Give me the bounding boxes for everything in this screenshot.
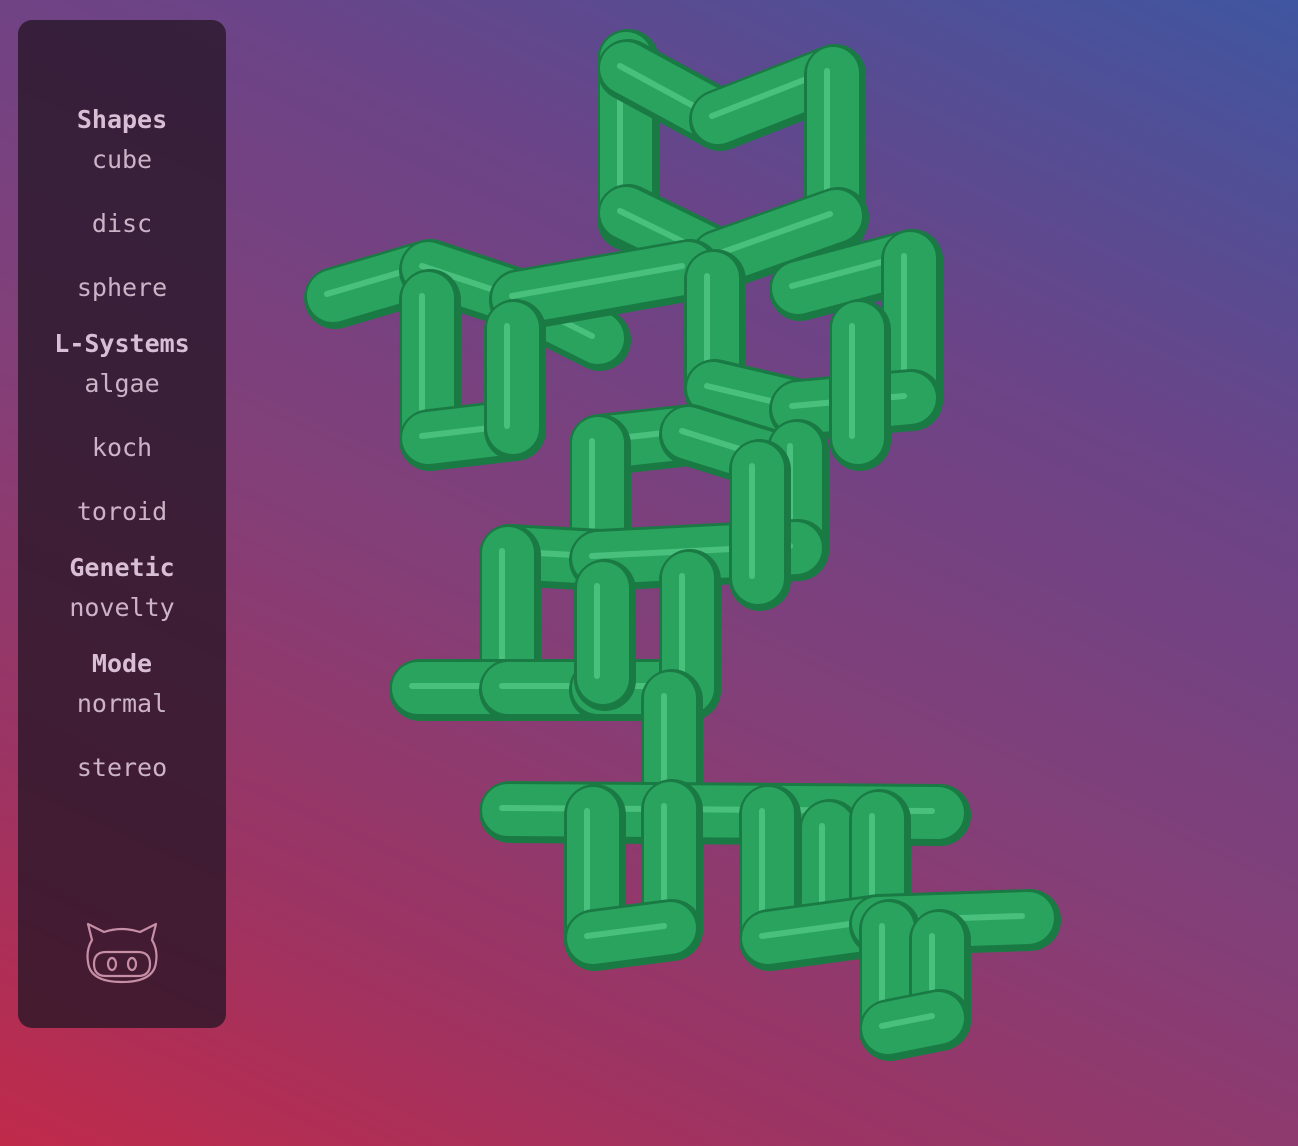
sidebar-menu: Shapes cube disc sphere L-Systems algae …	[18, 20, 226, 1028]
menu-item-algae[interactable]: algae	[18, 366, 226, 430]
menu-item-stereo[interactable]: stereo	[18, 750, 226, 802]
section-lsystems: L-Systems algae koch toroid	[18, 322, 226, 546]
menu-item-koch[interactable]: koch	[18, 430, 226, 494]
section-genetic: Genetic novelty	[18, 546, 226, 642]
tube-segment	[492, 242, 714, 324]
menu-item-toroid[interactable]: toroid	[18, 494, 226, 546]
menu-item-cube[interactable]: cube	[18, 142, 226, 206]
menu-item-disc[interactable]: disc	[18, 206, 226, 270]
menu-item-novelty[interactable]: novelty	[18, 590, 226, 642]
github-octocat-icon[interactable]	[84, 920, 160, 986]
green-tube-structure	[304, 29, 1061, 1061]
section-title-genetic: Genetic	[69, 553, 175, 582]
menu-item-sphere[interactable]: sphere	[18, 270, 226, 322]
section-title-lsystems: L-Systems	[54, 329, 190, 358]
section-title-shapes: Shapes	[76, 105, 168, 134]
section-mode: Mode normal stereo	[18, 642, 226, 802]
section-title-mode: Mode	[91, 649, 153, 678]
3d-viewport-canvas[interactable]	[240, 0, 1298, 1146]
section-shapes: Shapes cube disc sphere	[18, 98, 226, 322]
menu-item-normal[interactable]: normal	[18, 686, 226, 750]
